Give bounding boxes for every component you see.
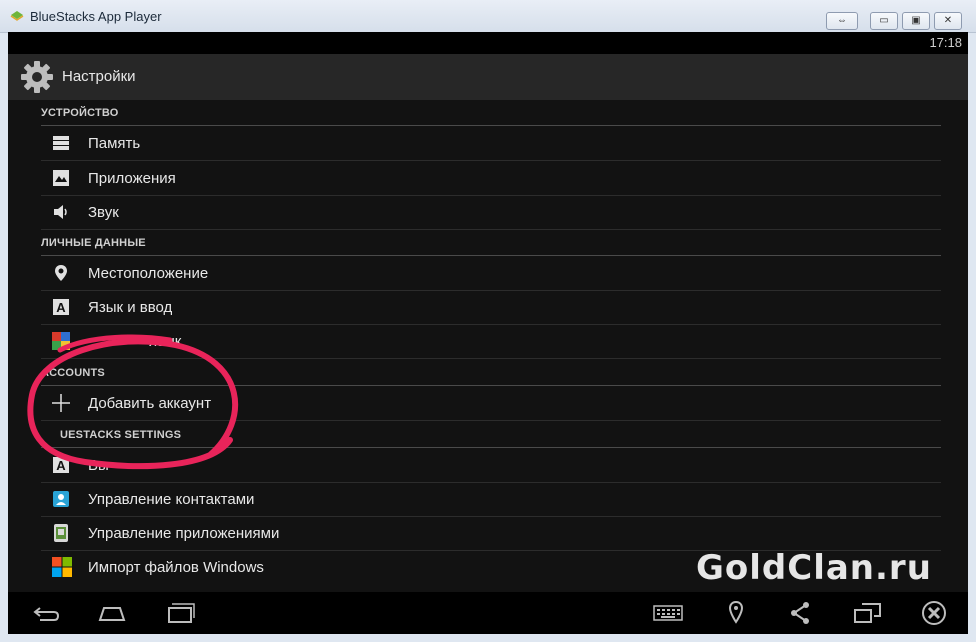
red-annotation-circle [27, 334, 239, 470]
bluestacks-window: BlueStacks App Player ⇔ ▭ ▣ ✕ 17:18 Наст… [0, 0, 976, 642]
